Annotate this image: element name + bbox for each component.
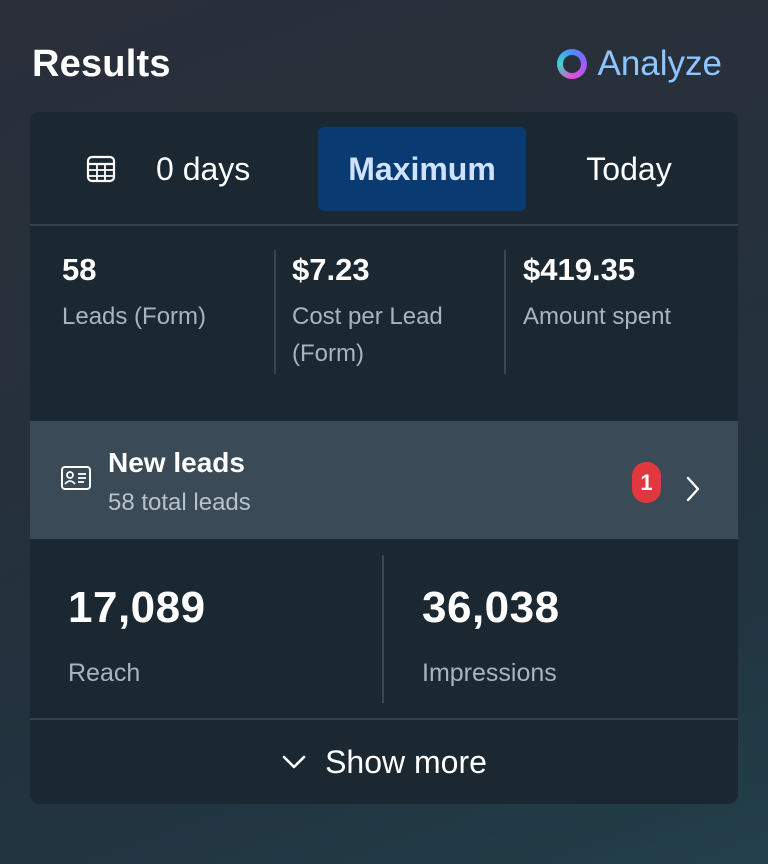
metric-impressions: 36,038 Impressions [422,583,560,688]
page-title: Results [32,42,171,85]
metric-label: Impressions [422,659,557,687]
stat-value: $7.23 [292,252,370,287]
chevron-down-icon [281,753,307,771]
show-more-label: Show more [325,743,487,780]
notification-badge: 1 [632,462,661,503]
summary-stats: 58 Leads (Form) $7.23 Cost per Lead (For… [30,228,738,420]
analyze-button[interactable]: Analyze [557,44,722,84]
analyze-ring-icon [557,49,588,79]
stat-label: Cost per Lead (Form) [292,303,443,367]
chevron-right-icon [684,475,702,503]
stat-value: $419.35 [523,252,636,287]
stat-leads: 58 Leads (Form) [62,252,262,335]
stat-label: Amount spent [523,303,672,330]
calendar-icon [86,154,116,184]
stat-divider [504,250,506,374]
metric-divider [382,555,384,703]
contact-card-icon [60,464,92,492]
tab-maximum[interactable]: Maximum [318,127,526,211]
results-card: 0 days Maximum Today 58 Leads (Form) $7.… [30,112,738,804]
stat-label: Leads (Form) [62,303,207,330]
analyze-label: Analyze [597,44,722,83]
date-range-selector: 0 days Maximum Today [30,112,738,226]
results-header: Results Analyze [32,40,722,88]
custom-date-button[interactable]: 0 days [86,140,250,198]
tab-today[interactable]: Today [560,127,698,211]
stat-amount-spent: $419.35 Amount spent [523,252,733,335]
new-leads-row[interactable]: New leads 58 total leads 1 [30,421,738,539]
metric-reach: 17,089 Reach [68,583,206,688]
stat-divider [274,250,276,374]
new-leads-subtitle: 58 total leads [108,489,251,516]
metric-value: 17,089 [68,583,206,632]
stat-value: 58 [62,252,97,287]
custom-date-label: 0 days [156,150,251,187]
metric-value: 36,038 [422,583,560,632]
reach-impressions: 17,089 Reach 36,038 Impressions [30,539,738,719]
stat-cost-per-lead: $7.23 Cost per Lead (Form) [292,252,492,372]
new-leads-title: New leads [108,447,245,478]
metric-label: Reach [68,659,141,687]
show-more-button[interactable]: Show more [30,718,738,804]
